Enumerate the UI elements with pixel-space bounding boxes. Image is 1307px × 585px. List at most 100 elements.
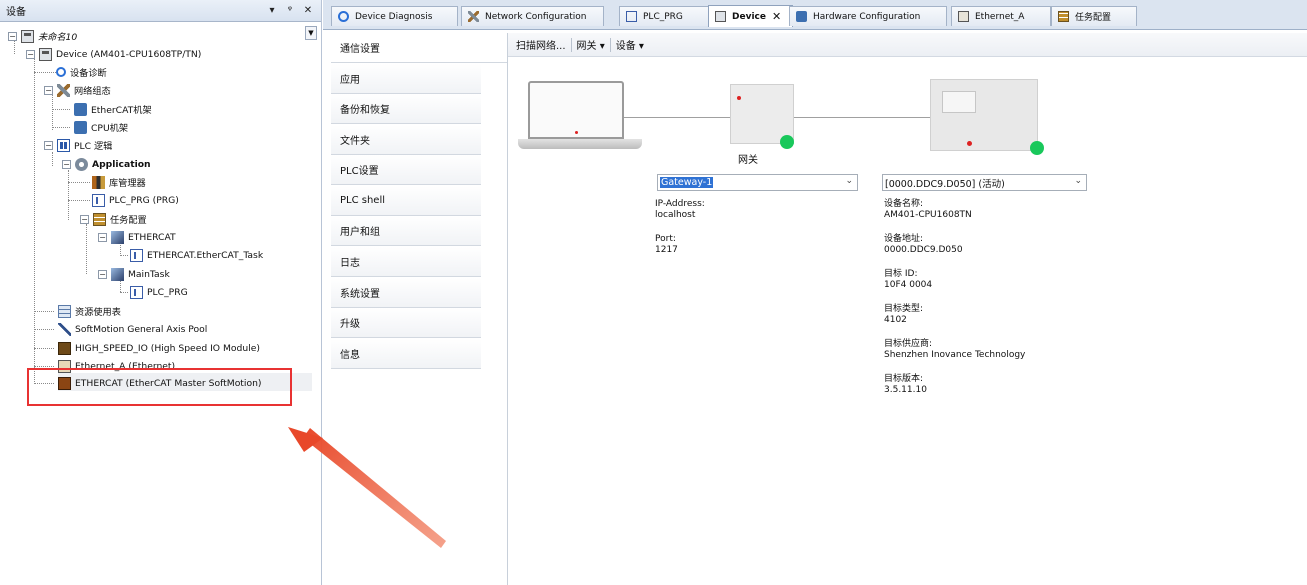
tree-item-axis-pool[interactable]: SoftMotion General Axis Pool bbox=[58, 320, 207, 338]
hardware-config-icon bbox=[796, 11, 807, 22]
tree-item-label: 未命名10 bbox=[38, 32, 78, 43]
tree-line bbox=[52, 109, 70, 110]
tab-network-configuration[interactable]: Network Configuration bbox=[461, 6, 604, 26]
nav-item-application[interactable]: 应用 bbox=[331, 64, 481, 94]
nav-item-log[interactable]: 日志 bbox=[331, 247, 481, 277]
tab-ethernet-a[interactable]: Ethernet_A bbox=[951, 6, 1051, 26]
collapse-icon[interactable]: − bbox=[80, 214, 89, 224]
task-config-icon bbox=[93, 212, 106, 226]
library-icon bbox=[92, 175, 105, 189]
tree-item-cpu-rack[interactable]: CPU机架 bbox=[74, 118, 128, 136]
collapse-icon[interactable]: − bbox=[8, 31, 17, 41]
tab-task-config[interactable]: 任务配置 bbox=[1051, 6, 1137, 26]
device-select-value: [0000.DDC9.D050] (活动) bbox=[885, 178, 1005, 190]
gateway-port-info: Port: 1217 bbox=[655, 234, 678, 256]
tree-line bbox=[34, 366, 54, 367]
nav-item-communication-settings[interactable]: 通信设置 bbox=[331, 33, 507, 63]
tree-item-resource-usage[interactable]: 资源使用表 bbox=[58, 302, 121, 320]
tree-line bbox=[86, 224, 87, 274]
gateway-menu-button[interactable]: 网关 ▾ bbox=[572, 37, 610, 52]
ip-address-label: IP-Address: bbox=[655, 199, 705, 209]
nav-item-backup-restore[interactable]: 备份和恢复 bbox=[331, 94, 481, 124]
tree-item-label: PLC 逻辑 bbox=[74, 141, 113, 152]
target-vendor-value: Shenzhen Inovance Technology bbox=[884, 350, 1026, 360]
tab-plc-prg[interactable]: PLC_PRG bbox=[619, 6, 713, 26]
tree-item-device-diagnosis[interactable]: 设备诊断 bbox=[56, 63, 107, 81]
tab-device-diagnosis[interactable]: Device Diagnosis bbox=[331, 6, 458, 26]
io-module-icon bbox=[58, 341, 71, 355]
tab-hardware-configuration[interactable]: Hardware Configuration bbox=[789, 6, 947, 26]
plc-device-icon bbox=[930, 79, 1038, 151]
gateway-select[interactable]: Gateway-1 ⌄ bbox=[657, 174, 858, 191]
tree-scroll-down-button[interactable]: ▼ bbox=[305, 26, 317, 40]
nav-item-upgrade[interactable]: 升级 bbox=[331, 308, 481, 338]
tree-item-ethercat-task-call[interactable]: ETHERCAT.EtherCAT_Task bbox=[130, 246, 263, 264]
tree-item-label: 网络组态 bbox=[74, 86, 111, 97]
gateway-led bbox=[737, 96, 741, 100]
tree-line bbox=[120, 255, 128, 256]
nav-item-information[interactable]: 信息 bbox=[331, 339, 481, 369]
pane-menu-button[interactable]: ▾ bbox=[265, 5, 279, 16]
nav-item-plc-settings[interactable]: PLC设置 bbox=[331, 155, 481, 185]
nav-item-label: 应用 bbox=[340, 75, 360, 86]
tree-item-high-speed-io[interactable]: HIGH_SPEED_IO (High Speed IO Module) bbox=[58, 339, 260, 357]
tree-item-label: 任务配置 bbox=[110, 215, 147, 226]
device-select[interactable]: [0000.DDC9.D050] (活动) ⌄ bbox=[882, 174, 1087, 191]
tree-item-plc-prg[interactable]: PLC_PRG (PRG) bbox=[92, 191, 179, 209]
nav-item-label: PLC设置 bbox=[340, 166, 379, 177]
tree-item-plc-prg-call[interactable]: PLC_PRG bbox=[130, 283, 188, 301]
tree-item-task-config[interactable]: − 任务配置 bbox=[80, 210, 147, 228]
plc-logic-icon bbox=[57, 138, 70, 152]
collapse-icon[interactable]: − bbox=[62, 159, 71, 169]
device-name-value: AM401-CPU1608TN bbox=[884, 210, 972, 220]
nav-item-label: 用户和组 bbox=[340, 227, 380, 238]
tree-item-plc-logic[interactable]: − PLC 逻辑 bbox=[44, 136, 112, 154]
network-config-icon bbox=[468, 11, 479, 22]
diagnosis-icon bbox=[56, 67, 66, 77]
tree-item-ethercat-rack[interactable]: EtherCAT机架 bbox=[74, 100, 152, 118]
tree-line bbox=[68, 170, 69, 220]
nav-item-system-settings[interactable]: 系统设置 bbox=[331, 278, 481, 308]
pin-icon[interactable]: ᵠ bbox=[283, 5, 297, 16]
close-tab-icon[interactable]: ✕ bbox=[772, 10, 781, 23]
computer-base bbox=[518, 139, 642, 149]
tree-item-application[interactable]: − Application bbox=[62, 155, 151, 173]
red-highlight-box bbox=[27, 368, 292, 406]
device-menu-button[interactable]: 设备 ▾ bbox=[611, 37, 649, 52]
plc-led bbox=[967, 141, 972, 146]
target-version-value: 3.5.11.10 bbox=[884, 385, 927, 395]
collapse-icon[interactable]: − bbox=[44, 140, 53, 150]
port-value: 1217 bbox=[655, 245, 678, 255]
tree-item-label: HIGH_SPEED_IO (High Speed IO Module) bbox=[75, 342, 260, 354]
nav-item-files[interactable]: 文件夹 bbox=[331, 125, 481, 155]
collapse-icon[interactable]: − bbox=[26, 49, 35, 59]
collapse-icon[interactable]: − bbox=[98, 269, 107, 279]
collapse-icon[interactable]: − bbox=[98, 232, 107, 242]
device-address-value: 0000.DDC9.D050 bbox=[884, 245, 963, 255]
tree-item-ethercat-task[interactable]: − ETHERCAT bbox=[98, 228, 176, 246]
tree-item-label: Device (AM401-CPU1608TP/TN) bbox=[56, 48, 202, 60]
network-config-icon bbox=[57, 83, 70, 97]
tree-item-network-config[interactable]: − 网络组态 bbox=[44, 81, 111, 99]
program-icon bbox=[92, 193, 105, 207]
close-pane-button[interactable]: ✕ bbox=[301, 5, 315, 16]
nav-item-plc-shell[interactable]: PLC shell bbox=[331, 186, 481, 216]
program-call-icon bbox=[130, 248, 143, 262]
tree-item-project[interactable]: − 未命名10 bbox=[8, 27, 77, 45]
nav-item-users-groups[interactable]: 用户和组 bbox=[331, 216, 481, 246]
tree-line bbox=[34, 72, 56, 73]
collapse-icon[interactable]: − bbox=[44, 85, 53, 95]
task-config-icon bbox=[1058, 11, 1069, 22]
device-pane-title: 设备 bbox=[6, 7, 26, 18]
tree-item-maintask[interactable]: − MainTask bbox=[98, 265, 170, 283]
tree-item-device[interactable]: − Device (AM401-CPU1608TP/TN) bbox=[26, 45, 201, 63]
scan-network-button[interactable]: 扫描网络... bbox=[511, 37, 571, 52]
tab-device[interactable]: Device ✕ bbox=[708, 5, 793, 27]
nav-item-label: 信息 bbox=[340, 350, 360, 361]
axis-pool-icon bbox=[58, 322, 71, 336]
diagnosis-icon bbox=[338, 11, 349, 22]
communication-settings-panel: 扫描网络... 网关 ▾ 设备 ▾ 网关 Gateway-1 ⌄ IP-Addr… bbox=[507, 33, 1307, 585]
tree-line bbox=[52, 152, 53, 166]
tree-item-label: PLC_PRG (PRG) bbox=[109, 194, 179, 206]
tree-item-library-manager[interactable]: 库管理器 bbox=[92, 173, 146, 191]
